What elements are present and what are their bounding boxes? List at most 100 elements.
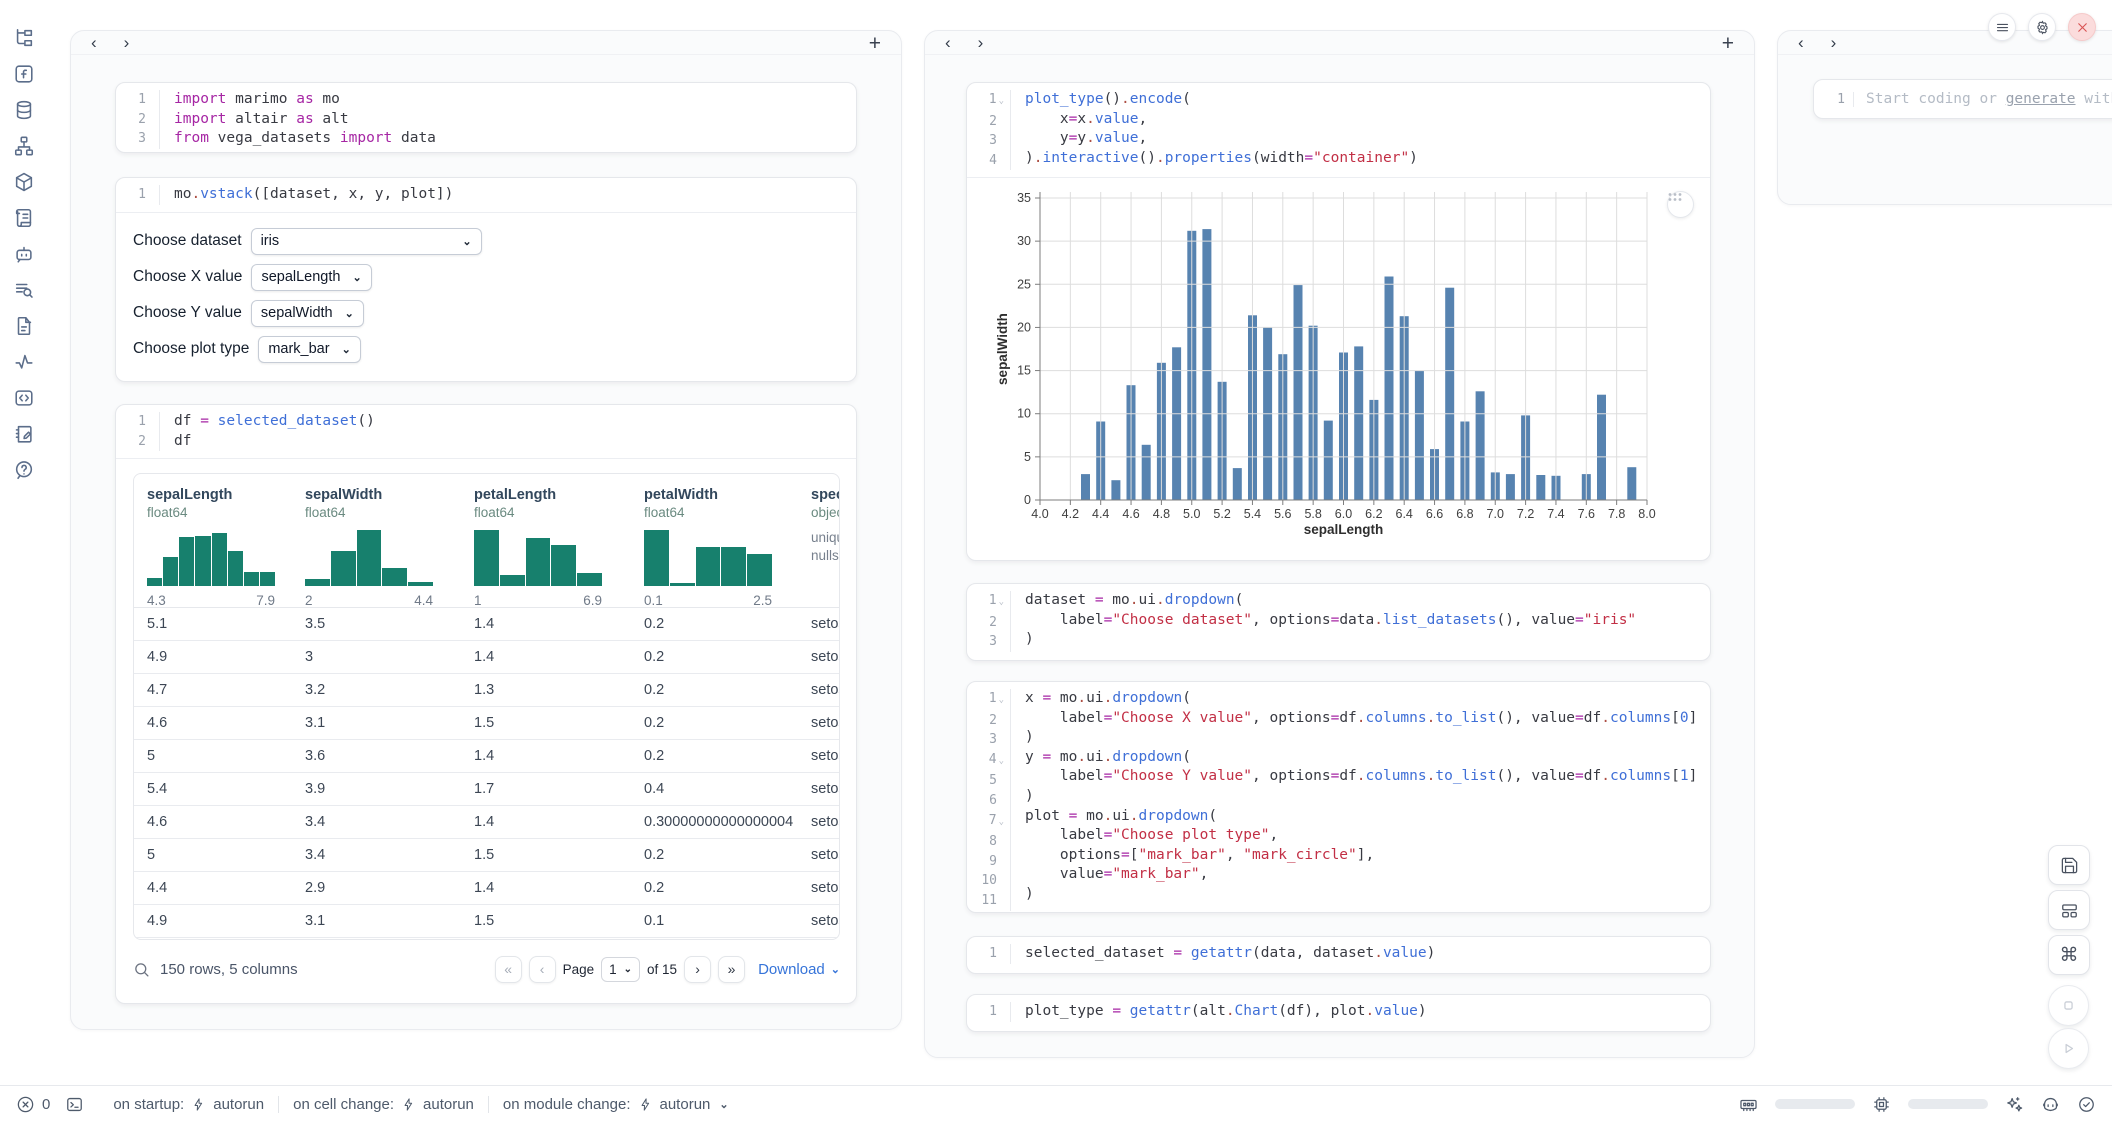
cell-dataset-dropdown[interactable]: 1⌄23dataset = mo.ui.dropdown( label="Cho… (966, 583, 1711, 661)
column-collapse-right-icon[interactable]: › (978, 34, 984, 51)
cell-dataframe[interactable]: 12df = selected_dataset()df sepalLengthf… (115, 404, 857, 1004)
bar-7.7 (1597, 395, 1606, 500)
menu-button[interactable] (1988, 13, 2016, 41)
column-histogram[interactable] (644, 530, 772, 586)
chat-bot-icon[interactable] (13, 243, 35, 265)
empty-cell[interactable]: 1 Start coding or generate with (1813, 79, 2112, 119)
cell-imports[interactable]: 123import marimo as moimport altair as a… (115, 82, 857, 153)
keyboard-shortcuts-button[interactable]: ⌘ (2048, 935, 2090, 975)
terminal-button[interactable] (65, 1095, 84, 1114)
layout-button[interactable] (2048, 890, 2090, 930)
table-row[interactable]: 4.73.21.30.2setosa (134, 674, 839, 707)
file-tree-icon[interactable] (13, 27, 35, 49)
cell-plot-type[interactable]: 1plot_type = getattr(alt.Chart(df), plot… (966, 994, 1711, 1032)
table-column-header[interactable]: sepalLengthfloat644.37.9 (134, 474, 292, 608)
cell-xy-plot-dropdowns[interactable]: 1⌄234⌄567⌄891011x = mo.ui.dropdown( labe… (966, 681, 1711, 913)
scroll-text-icon[interactable] (13, 207, 35, 229)
connection-check-icon[interactable] (2077, 1095, 2096, 1114)
code-editor[interactable]: 1mo.vstack([dataset, x, y, plot]) (116, 178, 856, 213)
code-snippet-icon[interactable] (13, 387, 35, 409)
column-histogram[interactable] (305, 530, 433, 586)
settings-gear-button[interactable] (2028, 13, 2056, 41)
cell-chart[interactable]: 1⌄234plot_type().encode( x=x.value, y=y.… (966, 82, 1711, 561)
code-editor[interactable]: 1plot_type = getattr(alt.Chart(df), plot… (967, 995, 1710, 1029)
cell-selected-dataset[interactable]: 1selected_dataset = getattr(data, datase… (966, 936, 1711, 974)
column-collapse-right-icon[interactable]: › (1831, 34, 1837, 51)
package-icon[interactable] (13, 171, 35, 193)
code-lines[interactable]: x = mo.ui.dropdown( label="Choose X valu… (1011, 689, 1697, 911)
download-button[interactable]: Download ⌄ (758, 961, 840, 978)
dropdown-select[interactable]: mark_bar⌄ (258, 336, 360, 363)
column-histogram[interactable] (474, 530, 602, 586)
code-editor[interactable]: 123import marimo as moimport altair as a… (116, 83, 856, 153)
function-square-icon[interactable] (13, 63, 35, 85)
add-cell-button[interactable]: + (1722, 32, 1734, 56)
document-icon[interactable] (13, 315, 35, 337)
column-collapse-left-icon[interactable]: ‹ (1798, 34, 1804, 51)
notebook-column-1: ‹ › + 123import marimo as moimport altai… (70, 30, 902, 1030)
memory-icon[interactable] (1739, 1095, 1758, 1114)
table-row[interactable]: 4.63.41.40.30000000000000004setosa (134, 806, 839, 839)
column-collapse-right-icon[interactable]: › (124, 34, 130, 51)
cell-vstack[interactable]: 1mo.vstack([dataset, x, y, plot]) Choose… (115, 177, 857, 382)
code-lines[interactable]: dataset = mo.ui.dropdown( label="Choose … (1011, 591, 1636, 652)
code-editor[interactable]: 1⌄23dataset = mo.ui.dropdown( label="Cho… (967, 584, 1710, 659)
help-circle-icon[interactable] (13, 459, 35, 481)
next-page-button[interactable]: › (684, 956, 711, 983)
error-count[interactable]: 0 (16, 1095, 50, 1114)
copilot-icon[interactable] (2041, 1095, 2060, 1114)
prev-page-button[interactable]: ‹ (529, 956, 556, 983)
ai-sparkles-icon[interactable] (2005, 1095, 2024, 1114)
code-lines[interactable]: df = selected_dataset()df (160, 412, 375, 451)
code-lines[interactable]: plot_type = getattr(alt.Chart(df), plot.… (1011, 1002, 1427, 1022)
table-row[interactable]: 53.61.40.2setosa (134, 740, 839, 773)
run-button[interactable] (2048, 1028, 2089, 1069)
autorun-setting[interactable]: on cell change:autorun (278, 1096, 488, 1113)
sitemap-icon[interactable] (13, 135, 35, 157)
code-lines[interactable]: import marimo as moimport altair as altf… (160, 90, 436, 149)
list-search-icon[interactable] (13, 279, 35, 301)
autorun-value: autorun (213, 1096, 264, 1113)
code-lines[interactable]: mo.vstack([dataset, x, y, plot]) (160, 185, 453, 205)
autorun-setting[interactable]: on module change:autorun⌄ (488, 1096, 743, 1113)
code-lines[interactable]: selected_dataset = getattr(data, dataset… (1011, 944, 1435, 964)
cpu-icon[interactable] (1872, 1095, 1891, 1114)
table-column-header[interactable]: speciesobjectuniquenulls: (798, 474, 840, 608)
table-row[interactable]: 4.42.91.40.2setosa (134, 872, 839, 905)
code-editor[interactable]: 1selected_dataset = getattr(data, datase… (967, 937, 1710, 971)
editor-placeholder[interactable]: Start coding or generate with (1854, 91, 2112, 107)
add-cell-button[interactable]: + (869, 32, 881, 56)
table-column-header[interactable]: petalLengthfloat6416.9 (461, 474, 631, 608)
code-editor[interactable]: 1⌄234⌄567⌄891011x = mo.ui.dropdown( labe… (967, 682, 1710, 913)
stop-button[interactable] (2048, 985, 2089, 1026)
chart-svg[interactable]: 051015202530354.04.24.44.64.85.05.25.45.… (967, 178, 1711, 558)
column-collapse-left-icon[interactable]: ‹ (91, 34, 97, 51)
autorun-setting[interactable]: on startup:autorun (99, 1096, 278, 1113)
search-icon[interactable] (133, 961, 150, 978)
table-row[interactable]: 4.931.40.2setosa (134, 641, 839, 674)
database-icon[interactable] (13, 99, 35, 121)
generate-ai-link[interactable]: generate (2006, 91, 2076, 107)
code-editor[interactable]: 1⌄234plot_type().encode( x=x.value, y=y.… (967, 83, 1710, 178)
last-page-button[interactable]: » (718, 956, 745, 983)
table-row[interactable]: 53.41.50.2setosa (134, 839, 839, 872)
table-column-header[interactable]: petalWidthfloat640.12.5 (631, 474, 798, 608)
table-row[interactable]: 4.93.11.50.1setosa (134, 905, 839, 938)
close-button[interactable] (2068, 13, 2096, 41)
dropdown-select[interactable]: sepalWidth⌄ (251, 300, 364, 327)
dropdown-select[interactable]: sepalLength⌄ (251, 264, 371, 291)
activity-icon[interactable] (13, 351, 35, 373)
page-select[interactable]: 1 ⌄ (601, 957, 640, 982)
column-collapse-left-icon[interactable]: ‹ (945, 34, 951, 51)
table-row[interactable]: 5.43.91.70.4setosa (134, 773, 839, 806)
column-histogram[interactable] (147, 530, 275, 586)
table-column-header[interactable]: sepalWidthfloat6424.4 (292, 474, 461, 608)
code-editor[interactable]: 12df = selected_dataset()df (116, 405, 856, 459)
save-button[interactable] (2048, 845, 2090, 885)
notepad-edit-icon[interactable] (13, 423, 35, 445)
code-lines[interactable]: plot_type().encode( x=x.value, y=y.value… (1011, 90, 1418, 170)
table-row[interactable]: 4.63.11.50.2setosa (134, 707, 839, 740)
dropdown-select[interactable]: iris⌄ (251, 228, 482, 255)
table-row[interactable]: 5.13.51.40.2setosa (134, 608, 839, 641)
first-page-button[interactable]: « (495, 956, 522, 983)
